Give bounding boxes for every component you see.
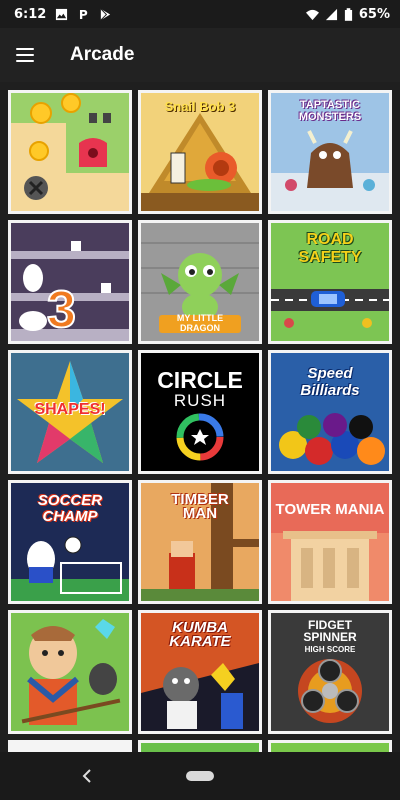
game-tile-taptastic-monsters[interactable]: TAPTASTIC MONSTERS	[268, 90, 392, 214]
game-tile-speed-billiards[interactable]: Speed Billiards	[268, 350, 392, 474]
battery-percent: 65%	[358, 6, 390, 22]
coin-game-art	[11, 93, 129, 211]
game-title: SOCCER CHAMP	[37, 492, 103, 525]
game-title: TOWER MANIA	[275, 501, 385, 518]
game-tile-timber-man[interactable]: TIMBER MAN	[138, 480, 262, 604]
game-tile-partial[interactable]	[8, 740, 132, 752]
game-tile-road-safety[interactable]: ROAD SAFETY	[268, 220, 392, 344]
paypal-icon: P	[79, 8, 88, 21]
back-icon[interactable]	[78, 766, 98, 786]
game-tile-soccer-champ[interactable]: SOCCER CHAMP	[8, 480, 132, 604]
home-icon[interactable]	[186, 771, 214, 781]
game-tile-shapes[interactable]: SHAPES!	[8, 350, 132, 474]
wifi-icon	[305, 9, 319, 20]
game-tile-partial[interactable]	[268, 740, 392, 752]
image-icon	[56, 8, 68, 20]
svg-text:P: P	[79, 8, 88, 21]
app-bar: Arcade	[0, 28, 400, 82]
status-time: 6:12	[14, 6, 47, 22]
game-title: Snail Bob 3	[164, 99, 236, 114]
game-tile-cats-3[interactable]: 3	[8, 220, 132, 344]
game-tile-fidget-spinner[interactable]: FIDGET SPINNER HIGH SCORE	[268, 610, 392, 734]
game-title: FIDGET SPINNER	[303, 618, 357, 644]
game-title: SHAPES!	[34, 401, 106, 418]
game-tile-tower-mania[interactable]: TOWER MANIA	[268, 480, 392, 604]
hamburger-icon[interactable]	[16, 43, 40, 67]
game-tile-partial[interactable]	[138, 740, 262, 752]
game-title: 3	[47, 281, 76, 339]
games-grid: Snail Bob 3 TAPTASTIC MONSTERS 3 MY LITT…	[0, 82, 400, 752]
game-tile-farmer-game[interactable]	[8, 610, 132, 734]
farmer-game-art	[11, 613, 129, 731]
battery-icon	[344, 7, 352, 21]
game-tile-snail-bob-3[interactable]: Snail Bob 3	[138, 90, 262, 214]
game-title: CIRCLE	[157, 367, 243, 393]
navigation-bar	[0, 752, 400, 800]
game-title: Speed Billiards	[300, 365, 360, 399]
game-tile-circle-rush[interactable]: CIRCLE RUSH	[138, 350, 262, 474]
game-subtitle: RUSH	[173, 391, 227, 410]
game-subtitle: HIGH SCORE	[304, 645, 356, 654]
game-tile-my-little-dragon[interactable]: MY LITTLE DRAGON	[138, 220, 262, 344]
game-tile-coin-game[interactable]	[8, 90, 132, 214]
game-title: TIMBER MAN	[171, 491, 229, 522]
game-tile-kumba-karate[interactable]: KUMBA KARATE	[138, 610, 262, 734]
cats-3-art: 3	[11, 223, 129, 341]
signal-icon	[325, 8, 337, 20]
game-title: ROAD SAFETY	[298, 231, 362, 266]
play-store-icon	[100, 8, 111, 20]
game-title: TAPTASTIC MONSTERS	[298, 99, 362, 123]
page-title: Arcade	[70, 44, 135, 65]
status-bar: 6:12 P 65%	[0, 0, 400, 28]
game-title: KUMBA KARATE	[169, 619, 231, 650]
game-title: MY LITTLE DRAGON	[176, 313, 224, 333]
